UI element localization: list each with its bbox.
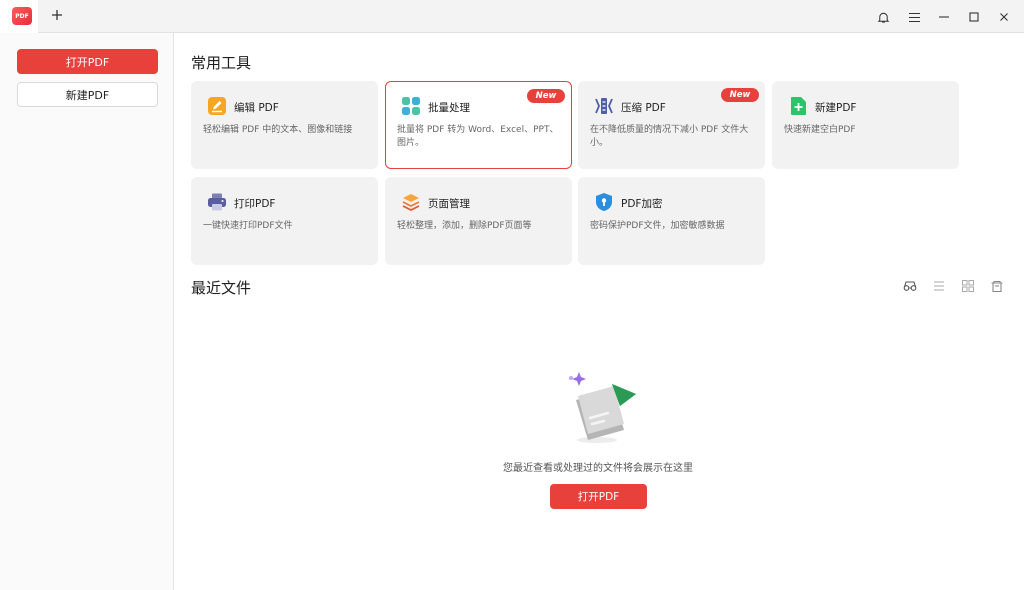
compress-icon <box>594 96 614 116</box>
tool-desc: 在不降低质量的情况下减小 PDF 文件大小。 <box>590 125 749 148</box>
list-view-icon[interactable] <box>932 278 946 292</box>
tool-card-edit-pdf[interactable]: 编辑 PDF 轻松编辑 PDF 中的文本、图像和链接 <box>191 81 378 169</box>
new-pdf-icon <box>788 96 808 116</box>
tool-name: 批量处理 <box>428 102 470 114</box>
empty-state-text: 您最近查看或处理过的文件将会展示在这里 <box>503 463 693 474</box>
tool-card-new-pdf[interactable]: 新建PDF 快速新建空白PDF <box>772 81 959 169</box>
sidebar: 打开PDF 新建PDF <box>0 33 174 590</box>
empty-state-illustration <box>562 366 642 446</box>
lock-shield-icon <box>594 192 614 212</box>
batch-icon <box>401 96 421 116</box>
close-button[interactable] <box>995 8 1013 26</box>
open-pdf-button[interactable]: 打开PDF <box>17 49 158 74</box>
tool-card-print[interactable]: 打印PDF 一键快速打印PDF文件 <box>191 177 378 265</box>
notification-button[interactable] <box>874 8 892 26</box>
tool-desc: 轻松编辑 PDF 中的文本、图像和链接 <box>203 125 353 135</box>
tool-desc: 批量将 PDF 转为 Word、Excel、PPT、图片。 <box>397 125 559 148</box>
tool-desc: 快速新建空白PDF <box>784 125 856 135</box>
new-pdf-button[interactable]: 新建PDF <box>17 82 158 107</box>
tool-name: 打印PDF <box>234 198 276 210</box>
tool-desc: 一键快速打印PDF文件 <box>203 221 293 231</box>
tool-desc: 密码保护PDF文件，加密敏感数据 <box>590 221 725 231</box>
grid-view-icon[interactable] <box>961 278 975 292</box>
tool-card-page-manage[interactable]: 页面管理 轻松整理，添加，删除PDF页面等 <box>385 177 572 265</box>
tool-card-compress[interactable]: New 压缩 PDF 在不降低质量的情况下减小 PDF 文件大小。 <box>578 81 765 169</box>
page-manage-icon <box>401 192 421 212</box>
hamburger-icon <box>908 12 920 22</box>
recent-section-title: 最近文件 <box>191 279 252 297</box>
tool-card-batch[interactable]: New 批量处理 批量将 PDF 转为 Word、Excel、PPT、图片。 <box>385 81 572 169</box>
close-icon <box>1000 13 1008 21</box>
new-badge: New <box>721 88 759 102</box>
title-bar: PDF <box>0 0 1024 33</box>
tool-name: 压缩 PDF <box>621 102 666 114</box>
print-icon <box>207 192 227 212</box>
maximize-button[interactable] <box>965 8 983 26</box>
app-logo: PDF <box>12 7 32 25</box>
tool-name: 编辑 PDF <box>234 102 279 114</box>
minimize-icon <box>939 16 949 18</box>
cloud-view-icon[interactable] <box>903 278 917 292</box>
tools-section-title: 常用工具 <box>191 54 252 72</box>
open-pdf-button-empty[interactable]: 打开PDF <box>550 484 647 509</box>
tool-card-encrypt[interactable]: PDF加密 密码保护PDF文件，加密敏感数据 <box>578 177 765 265</box>
tool-desc: 轻松整理，添加，删除PDF页面等 <box>397 221 532 231</box>
tool-name: 页面管理 <box>428 198 470 210</box>
edit-icon <box>207 96 227 116</box>
tool-name: 新建PDF <box>815 102 857 114</box>
bell-icon <box>877 12 889 23</box>
app-tab[interactable]: PDF <box>0 0 38 33</box>
maximize-icon <box>969 12 979 22</box>
tool-name: PDF加密 <box>621 198 663 210</box>
clear-history-icon[interactable] <box>990 278 1004 293</box>
new-badge: New <box>527 89 565 103</box>
menu-button[interactable] <box>905 8 923 26</box>
new-tab-button[interactable] <box>48 7 66 25</box>
plus-icon <box>52 10 62 20</box>
minimize-button[interactable] <box>935 8 953 26</box>
